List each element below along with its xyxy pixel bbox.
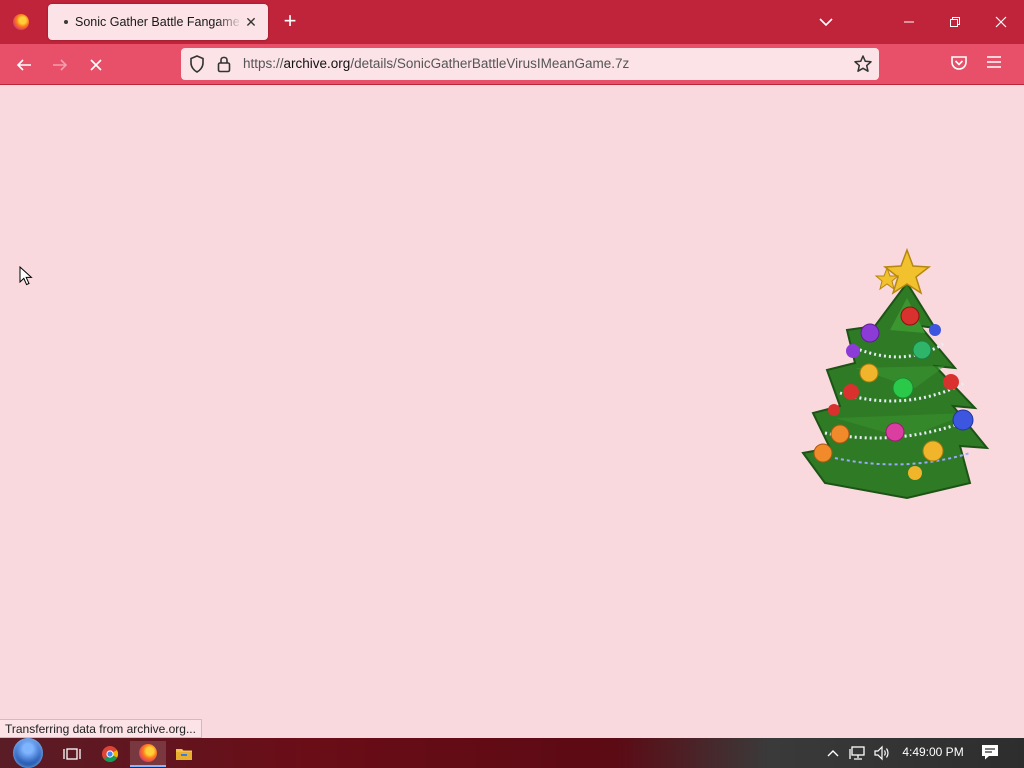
mouse-cursor-icon (19, 266, 33, 286)
start-button[interactable] (8, 738, 48, 768)
hamburger-icon[interactable] (986, 54, 1002, 70)
url-path: /details/SonicGatherBattleVirusIMeanGame… (350, 56, 630, 71)
restore-icon (950, 17, 960, 27)
forward-arrow-icon (53, 59, 68, 71)
windows-start-icon (13, 738, 43, 768)
taskbar: 4:49:00 PM (0, 738, 1024, 768)
task-view-button[interactable] (54, 741, 90, 767)
minimize-button[interactable] (886, 0, 932, 44)
stop-button[interactable] (81, 50, 111, 80)
show-hidden-icons-button[interactable] (826, 738, 840, 768)
stop-loading-icon (90, 59, 102, 71)
taskbar-file-explorer[interactable] (166, 741, 202, 767)
firefox-icon (139, 744, 157, 762)
tab-list-button[interactable] (812, 12, 840, 32)
notification-icon (982, 745, 998, 760)
new-tab-button[interactable]: + (279, 10, 301, 33)
shield-icon[interactable] (189, 55, 205, 73)
navigation-bar: https://archive.org/details/SonicGatherB… (0, 44, 1024, 85)
tab-loading-dot (64, 20, 68, 24)
taskbar-clock[interactable]: 4:49:00 PM (898, 745, 968, 759)
file-explorer-icon (176, 749, 192, 760)
action-center-button[interactable] (980, 743, 1000, 766)
firefox-menu-button[interactable] (0, 0, 42, 44)
address-bar[interactable]: https://archive.org/details/SonicGatherB… (181, 48, 879, 80)
network-icon (849, 746, 865, 760)
star-icon[interactable] (853, 54, 873, 74)
chevron-down-icon (819, 18, 833, 27)
chevron-up-icon (827, 750, 839, 757)
lock-icon[interactable] (217, 55, 231, 73)
pocket-icon[interactable] (950, 54, 968, 72)
network-tray-button[interactable] (849, 738, 867, 768)
tab-active[interactable]: Sonic Gather Battle Fangame (N ✕ (48, 4, 268, 40)
back-button[interactable] (9, 50, 39, 80)
task-view-icon (63, 748, 81, 760)
minimize-icon (904, 21, 914, 23)
volume-tray-button[interactable] (873, 738, 891, 768)
volume-icon (874, 745, 889, 761)
forward-button[interactable] (45, 50, 75, 80)
back-arrow-icon (16, 59, 31, 71)
tab-strip: Sonic Gather Battle Fangame (N ✕ + (0, 0, 1024, 44)
chrome-icon (102, 746, 119, 762)
tab-title: Sonic Gather Battle Fangame (N (75, 15, 242, 29)
url-host: archive.org (283, 56, 351, 71)
close-icon (995, 16, 1007, 28)
status-bar: Transferring data from archive.org... (0, 719, 202, 738)
christmas-tree-image (801, 248, 990, 500)
firefox-icon (13, 14, 29, 30)
tab-close-button[interactable]: ✕ (242, 13, 260, 31)
url-text[interactable]: https://archive.org/details/SonicGatherB… (243, 56, 629, 71)
close-window-button[interactable] (978, 0, 1024, 44)
restore-button[interactable] (932, 0, 978, 44)
taskbar-firefox[interactable] (130, 741, 166, 767)
taskbar-chrome[interactable] (92, 741, 128, 767)
url-scheme: https:// (243, 56, 284, 71)
